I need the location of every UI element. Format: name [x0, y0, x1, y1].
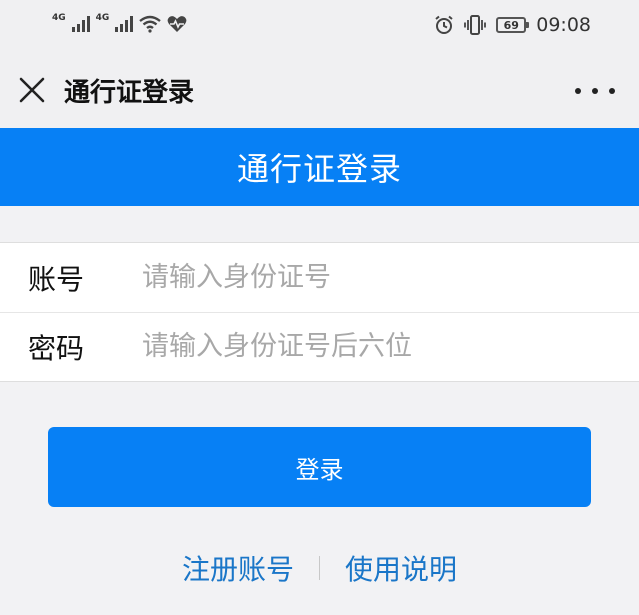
status-time: 09:08 — [536, 14, 591, 36]
alarm-icon — [435, 15, 453, 34]
battery-level: 69 — [503, 18, 519, 32]
status-left: 4G 4G — [52, 12, 187, 36]
heart-icon — [167, 16, 187, 32]
more-icon-dot — [609, 88, 615, 94]
account-label: 账号 — [28, 262, 85, 296]
close-button[interactable] — [16, 74, 48, 106]
wifi-icon — [139, 15, 162, 33]
more-button[interactable] — [575, 80, 615, 102]
password-label: 密码 — [28, 331, 85, 365]
login-form: 账号 密码 — [0, 242, 639, 382]
status-bar: 4G 4G 69 09:08 — [0, 0, 639, 50]
nav-bar: 通行证登录 — [0, 50, 639, 128]
link-divider — [319, 556, 320, 580]
more-icon-dot — [592, 88, 598, 94]
page-header-banner: 通行证登录 — [0, 128, 639, 206]
footer-links: 注册账号 使用说明 — [0, 545, 639, 591]
account-input[interactable] — [142, 255, 602, 299]
signal-icon — [115, 16, 134, 32]
signal-icon — [71, 16, 90, 32]
sim1-network-label: 4G — [52, 13, 66, 23]
login-button[interactable]: 登录 — [48, 427, 591, 507]
register-link[interactable]: 注册账号 — [182, 548, 294, 588]
account-row: 账号 — [0, 243, 639, 313]
help-link[interactable]: 使用说明 — [345, 548, 457, 588]
sim2-network-label: 4G — [95, 13, 110, 23]
close-icon — [19, 77, 45, 103]
password-row: 密码 — [0, 312, 639, 381]
more-icon-dot — [575, 88, 581, 94]
battery-icon: 69 — [496, 17, 530, 33]
password-input[interactable] — [142, 324, 602, 368]
page-title: 通行证登录 — [236, 150, 402, 188]
status-right: 69 09:08 — [434, 12, 591, 38]
nav-title: 通行证登录 — [64, 78, 195, 108]
vibrate-icon — [464, 15, 487, 35]
